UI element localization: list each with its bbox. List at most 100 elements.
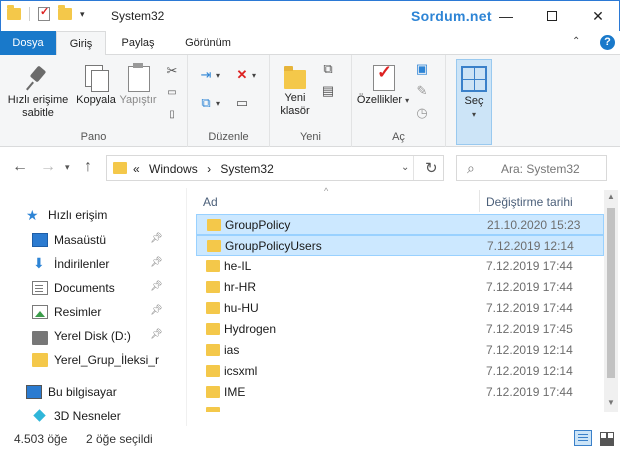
edit-icon[interactable]: ✎ (414, 83, 430, 99)
nav-item-this-pc[interactable]: Bu bilgisayar (26, 381, 212, 403)
refresh-icon[interactable]: ↻ (425, 159, 438, 177)
select-group[interactable]: Seç ▾ (456, 59, 492, 145)
move-to-icon[interactable]: ⇥ (198, 67, 214, 83)
breadcrumb-item[interactable]: System32 (220, 162, 273, 176)
scrollbar-thumb[interactable] (607, 208, 615, 378)
file-date: 7.12.2019 17:45 (486, 322, 573, 336)
breadcrumb-item[interactable]: Windows (149, 162, 198, 176)
details-view-icon[interactable] (574, 430, 592, 446)
nav-item-folder[interactable]: Yerel_Grup_İleksi_r (32, 349, 186, 371)
table-row[interactable] (196, 403, 604, 412)
pane-divider[interactable] (186, 188, 187, 426)
chevron-down-icon[interactable]: ▾ (216, 99, 220, 108)
paste-shortcut-icon[interactable]: ▯ (164, 107, 180, 123)
rename-icon[interactable]: ▭ (234, 95, 250, 111)
folder-icon (206, 323, 220, 335)
forward-arrow-icon[interactable]: → (40, 158, 56, 176)
scroll-up-icon[interactable]: ▲ (607, 192, 615, 201)
new-folder-button[interactable]: Yeni klasör (274, 65, 316, 118)
3d-objects-icon (32, 409, 48, 423)
help-icon[interactable]: ? (600, 35, 615, 50)
open-icon[interactable]: ▣ (414, 61, 430, 77)
up-arrow-icon[interactable]: ↑ (84, 158, 92, 176)
file-date: 21.10.2020 15:23 (487, 218, 581, 232)
nav-item-drive-d[interactable]: Yerel Disk (D:) 📌︎ (32, 325, 218, 347)
table-row[interactable]: GroupPolicyUsers 7.12.2019 12:14 (196, 235, 604, 256)
documents-icon (32, 281, 48, 295)
select-button[interactable]: Seç ▾ (460, 66, 488, 121)
copy-icon (83, 63, 109, 92)
chevron-down-icon[interactable]: ⌄ (401, 162, 409, 173)
minimize-button[interactable]: — (483, 1, 529, 31)
easy-access-icon[interactable]: ▤ (320, 83, 336, 99)
chevron-down-icon[interactable]: ▾ (216, 71, 220, 80)
nav-item-pictures[interactable]: Resimler 📌︎ (32, 301, 218, 323)
chevron-down-icon[interactable]: ▾ (252, 71, 256, 80)
search-input[interactable]: Ara: System32 (501, 162, 580, 176)
table-row[interactable]: GroupPolicy 21.10.2020 15:23 (196, 214, 604, 235)
tab-share[interactable]: Paylaş (112, 31, 164, 55)
properties-button[interactable]: Özellikler ▾ (356, 63, 410, 107)
scroll-down-icon[interactable]: ▼ (607, 398, 615, 407)
table-row[interactable]: hr-HR 7.12.2019 17:44 (196, 277, 604, 298)
column-divider[interactable] (479, 190, 480, 212)
search-box[interactable]: ⌕ Ara: System32 (456, 155, 607, 181)
chevron-down-icon: ▾ (471, 110, 476, 119)
qat-customize-icon[interactable]: ▾ (80, 9, 85, 20)
tab-home[interactable]: Giriş (56, 31, 106, 56)
history-icon[interactable]: ◷ (414, 105, 430, 121)
pin-quick-access-button[interactable]: Hızlı erişime sabitle (6, 65, 70, 120)
copy-to-icon[interactable]: ⧉ (198, 95, 214, 111)
folder-icon (7, 5, 21, 20)
table-row[interactable]: IME 7.12.2019 17:44 (196, 382, 604, 403)
table-row[interactable]: hu-HU 7.12.2019 17:44 (196, 298, 604, 319)
cut-icon[interactable]: ✂ (164, 63, 180, 79)
folder-icon (32, 353, 48, 367)
folder-icon (113, 162, 127, 174)
copy-path-icon[interactable]: ▭ (164, 85, 180, 101)
pin-icon[interactable]: 📌︎ (150, 281, 163, 292)
tab-view[interactable]: Görünüm (174, 31, 242, 55)
pin-icon[interactable]: 📌︎ (150, 257, 163, 268)
ribbon: Hızlı erişime sabitle Kopyala Yapıştır ✂… (0, 55, 620, 147)
divider (413, 156, 414, 180)
nav-item-desktop[interactable]: Masaüstü 📌︎ (32, 229, 218, 251)
breadcrumb: « Windows › System32 (133, 162, 280, 176)
breadcrumb-overflow[interactable]: « (133, 162, 140, 176)
address-bar[interactable]: « Windows › System32 ⌄ ↻ (106, 155, 444, 181)
close-button[interactable]: ✕ (575, 1, 620, 31)
properties-qat-icon[interactable] (38, 5, 50, 21)
recent-locations-icon[interactable]: ▾ (65, 162, 70, 173)
pin-icon[interactable]: 📌︎ (150, 329, 163, 340)
nav-item-quick-access[interactable]: ★ Hızlı erişim (26, 204, 212, 226)
back-arrow-icon[interactable]: ← (12, 158, 28, 176)
pin-icon[interactable]: 📌︎ (150, 233, 163, 244)
table-row[interactable]: he-IL 7.12.2019 17:44 (196, 256, 604, 277)
breadcrumb-separator[interactable]: › (207, 162, 211, 176)
folder-icon (206, 365, 220, 377)
column-date-modified[interactable]: Değiştirme tarihi (486, 195, 573, 209)
pin-icon[interactable]: 📌︎ (150, 305, 163, 316)
tab-file[interactable]: Dosya (0, 31, 56, 55)
table-row[interactable]: icsxml 7.12.2019 12:14 (196, 361, 604, 382)
new-folder-qat-icon[interactable] (58, 5, 72, 20)
maximize-button[interactable] (529, 1, 575, 31)
copy-button[interactable]: Kopyala (74, 63, 118, 107)
table-row[interactable]: ias 7.12.2019 12:14 (196, 340, 604, 361)
quick-access-toolbar: ▾ (7, 5, 85, 21)
large-icons-view-icon[interactable] (598, 430, 614, 446)
nav-item-documents[interactable]: Documents 📌︎ (32, 277, 218, 299)
nav-label: Hızlı erişim (48, 208, 108, 222)
delete-icon[interactable]: ✕ (234, 67, 250, 83)
chevron-up-icon[interactable]: ⌃ (572, 36, 580, 47)
nav-item-downloads[interactable]: İndirilenler 📌︎ (32, 253, 218, 275)
computer-icon (26, 385, 42, 399)
table-row[interactable]: Hydrogen 7.12.2019 17:45 (196, 319, 604, 340)
new-item-icon[interactable]: ⧉ (320, 61, 336, 77)
folder-icon (206, 260, 220, 272)
paste-button[interactable]: Yapıştır (118, 63, 158, 107)
desktop-icon (32, 233, 48, 247)
nav-item-3d-objects[interactable]: 3D Nesneler (32, 405, 218, 427)
column-name[interactable]: Ad (203, 195, 218, 209)
vertical-scrollbar[interactable]: ▲ ▼ (604, 190, 618, 412)
